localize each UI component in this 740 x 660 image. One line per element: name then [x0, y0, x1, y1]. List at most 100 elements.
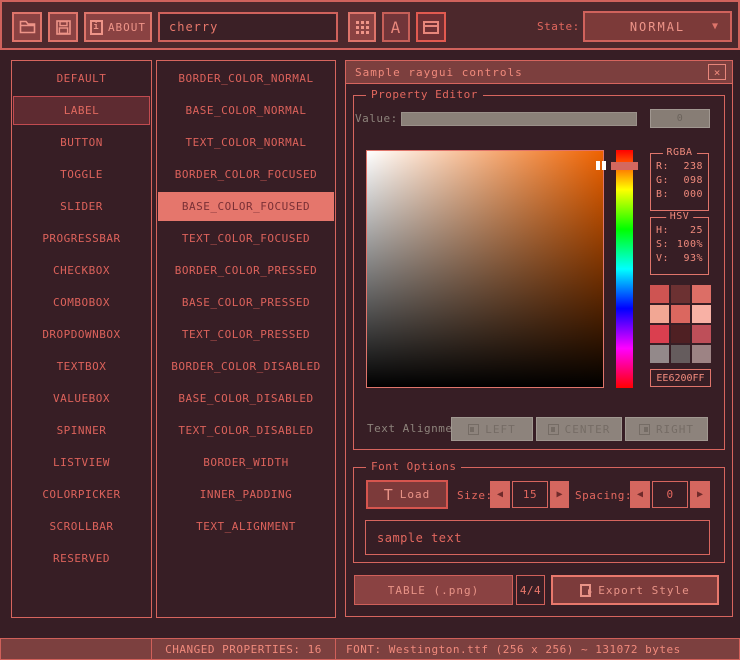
controls-list: DEFAULT LABEL BUTTON TOGGLE SLIDER PROGRESSBA…	[11, 60, 152, 618]
size-increment-button[interactable]: ▶	[550, 481, 569, 508]
hsv-rows: H:25S:100%V:93%	[651, 218, 708, 264]
controls-list-item[interactable]: SCROLLBAR	[13, 512, 150, 541]
align-left-icon	[468, 424, 479, 435]
align-left-button[interactable]: LEFT	[451, 417, 533, 441]
controls-list-item[interactable]: SPINNER	[13, 416, 150, 445]
controls-list-item[interactable]: TOGGLE	[13, 160, 150, 189]
properties-list-item[interactable]: BORDER_COLOR_DISABLED	[158, 352, 334, 381]
color-component-row: H:25	[656, 225, 703, 236]
color-swatch[interactable]	[692, 305, 711, 323]
properties-list-item[interactable]: TEXT_ALIGNMENT	[158, 512, 334, 541]
color-swatch[interactable]	[650, 285, 669, 303]
align-center-icon	[548, 424, 559, 435]
color-swatch[interactable]	[692, 345, 711, 363]
font-options-group-label: Font Options	[366, 460, 461, 473]
properties-list-item[interactable]: BASE_COLOR_NORMAL	[158, 96, 334, 125]
about-button[interactable]: i ABOUT	[84, 12, 152, 42]
properties-list-item[interactable]: TEXT_COLOR_NORMAL	[158, 128, 334, 157]
window-titlebar: Sample raygui controls	[345, 60, 733, 84]
close-icon[interactable]: ×	[708, 64, 726, 80]
properties-list-item[interactable]: BORDER_COLOR_NORMAL	[158, 64, 334, 93]
color-component-row: B:000	[656, 189, 703, 200]
value-box[interactable]: 0	[650, 109, 710, 128]
color-swatch[interactable]	[650, 345, 669, 363]
color-swatch[interactable]	[650, 325, 669, 343]
controls-list-item[interactable]: DEFAULT	[13, 64, 150, 93]
window-view-button[interactable]	[416, 12, 446, 42]
controls-list-item[interactable]: RESERVED	[13, 544, 150, 573]
statusbar-left-cell	[0, 638, 152, 660]
table-counter[interactable]: 4/4	[516, 575, 545, 605]
open-style-button[interactable]	[12, 12, 42, 42]
controls-list-item[interactable]: TEXTBOX	[13, 352, 150, 381]
color-swatch[interactable]	[671, 345, 690, 363]
properties-list-item[interactable]: TEXT_COLOR_PRESSED	[158, 320, 334, 349]
spacing-value-box[interactable]: 0	[652, 481, 688, 508]
properties-list-item[interactable]: BASE_COLOR_FOCUSED	[158, 192, 334, 221]
toolbar: i ABOUT cherry A State: NORMAL ▼	[0, 0, 740, 50]
color-picker-panel[interactable]	[366, 150, 604, 388]
properties-list: BORDER_COLOR_NORMAL BASE_COLOR_NORMAL TEXT…	[156, 60, 336, 618]
floppy-save-icon	[56, 20, 71, 35]
color-picker-cursor[interactable]	[596, 161, 607, 170]
properties-list-item[interactable]: BORDER_COLOR_FOCUSED	[158, 160, 334, 189]
controls-list-item[interactable]: DROPDOWNBOX	[13, 320, 150, 349]
properties-list-item[interactable]: BORDER_WIDTH	[158, 448, 334, 477]
hex-value-box[interactable]: EE6200FF	[650, 369, 711, 387]
properties-list-item[interactable]: BORDER_COLOR_PRESSED	[158, 256, 334, 285]
controls-list-item[interactable]: COLORPICKER	[13, 480, 150, 509]
state-dropdown[interactable]: NORMAL ▼	[583, 11, 732, 42]
color-component-row: R:238	[656, 161, 703, 172]
export-style-button[interactable]: Export Style	[551, 575, 719, 605]
window-icon	[423, 21, 439, 34]
size-value-box[interactable]: 15	[512, 481, 548, 508]
controls-list-item[interactable]: CHECKBOX	[13, 256, 150, 285]
hue-slider-handle[interactable]	[611, 162, 638, 170]
color-swatch[interactable]	[671, 305, 690, 323]
style-table-view-button[interactable]	[348, 12, 376, 42]
statusbar-changed-properties: CHANGED PROPERTIES: 16	[151, 638, 336, 660]
sample-text-input[interactable]: sample text	[365, 520, 710, 555]
align-center-button[interactable]: CENTER	[536, 417, 622, 441]
style-name-input[interactable]: cherry	[158, 12, 338, 42]
rgba-group-label: RGBA	[662, 147, 696, 158]
hsv-group: HSV H:25S:100%V:93%	[650, 217, 709, 275]
controls-list-item[interactable]: SLIDER	[13, 192, 150, 221]
properties-list-item[interactable]: BASE_COLOR_PRESSED	[158, 288, 334, 317]
controls-list-item[interactable]: VALUEBOX	[13, 384, 150, 413]
rgba-rows: R:238G:098B:000	[651, 154, 708, 200]
color-swatch[interactable]	[650, 305, 669, 323]
hsv-group-label: HSV	[666, 211, 694, 222]
font-load-t-icon: T	[384, 486, 394, 504]
properties-list-item[interactable]: INNER_PADDING	[158, 480, 334, 509]
rgba-group: RGBA R:238G:098B:000	[650, 153, 709, 211]
controls-list-item[interactable]: PROGRESSBAR	[13, 224, 150, 253]
hue-bar[interactable]	[616, 150, 633, 388]
value-slider[interactable]	[401, 112, 637, 126]
info-icon: i	[90, 20, 103, 35]
align-left-label: LEFT	[485, 423, 516, 436]
table-png-button[interactable]: TABLE (.png)	[354, 575, 513, 605]
size-decrement-button[interactable]: ◀	[490, 481, 510, 508]
controls-list-item[interactable]: LISTVIEW	[13, 448, 150, 477]
properties-list-item[interactable]: BASE_COLOR_DISABLED	[158, 384, 334, 413]
property-editor-group-label: Property Editor	[366, 88, 483, 101]
properties-list-item[interactable]: TEXT_COLOR_DISABLED	[158, 416, 334, 445]
color-swatch[interactable]	[671, 325, 690, 343]
align-right-button[interactable]: RIGHT	[625, 417, 708, 441]
color-swatch[interactable]	[692, 285, 711, 303]
load-font-label: Load	[400, 488, 431, 501]
color-swatch[interactable]	[692, 325, 711, 343]
controls-list-item[interactable]: LABEL	[13, 96, 150, 125]
controls-list-item[interactable]: COMBOBOX	[13, 288, 150, 317]
font-view-button[interactable]: A	[382, 12, 410, 42]
spacing-decrement-button[interactable]: ◀	[630, 481, 650, 508]
align-right-label: RIGHT	[656, 423, 694, 436]
properties-list-item[interactable]: TEXT_COLOR_FOCUSED	[158, 224, 334, 253]
controls-list-item[interactable]: BUTTON	[13, 128, 150, 157]
color-swatch[interactable]	[671, 285, 690, 303]
load-font-button[interactable]: T Load	[366, 480, 448, 509]
size-label: Size:	[457, 489, 493, 502]
save-style-button[interactable]	[48, 12, 78, 42]
spacing-increment-button[interactable]: ▶	[690, 481, 710, 508]
